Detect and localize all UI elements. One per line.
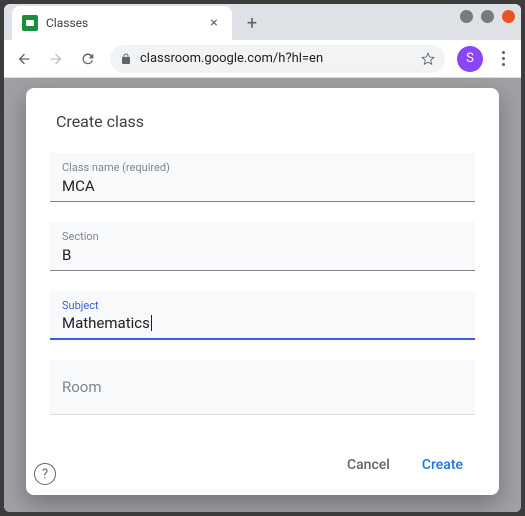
- dot-icon: [502, 57, 505, 60]
- room-field[interactable]: Room: [50, 360, 475, 415]
- dialog-actions: Cancel Create: [50, 449, 475, 481]
- close-tab-icon[interactable]: ×: [206, 15, 222, 31]
- forward-button[interactable]: [42, 45, 70, 73]
- browser-window: Classes × + classroom.google.com/h?hl=en…: [4, 4, 521, 512]
- bookmark-star-icon[interactable]: [421, 52, 435, 66]
- class-name-label: Class name (required): [62, 161, 463, 174]
- tab-title: Classes: [46, 16, 198, 30]
- browser-tab[interactable]: Classes ×: [12, 6, 232, 40]
- section-field[interactable]: Section: [50, 222, 475, 271]
- section-input[interactable]: [62, 246, 463, 264]
- tab-strip: Classes × +: [4, 4, 521, 40]
- window-maximize-button[interactable]: [481, 10, 494, 23]
- back-button[interactable]: [10, 45, 38, 73]
- arrow-left-icon: [16, 51, 32, 67]
- reload-icon: [80, 51, 96, 67]
- dot-icon: [502, 51, 505, 54]
- classroom-favicon: [22, 15, 38, 31]
- profile-avatar[interactable]: S: [457, 46, 483, 72]
- new-tab-button[interactable]: +: [238, 9, 266, 37]
- subject-input[interactable]: Mathematics: [62, 314, 150, 332]
- subject-field[interactable]: Subject Mathematics: [50, 291, 475, 340]
- url-text: classroom.google.com/h?hl=en: [140, 51, 413, 66]
- arrow-right-icon: [48, 51, 64, 67]
- profile-initial: S: [466, 51, 474, 66]
- window-close-button[interactable]: [502, 10, 515, 23]
- window-controls: [460, 10, 515, 23]
- browser-toolbar: classroom.google.com/h?hl=en S: [4, 40, 521, 78]
- help-button[interactable]: ?: [34, 463, 56, 485]
- reload-button[interactable]: [74, 45, 102, 73]
- class-name-field[interactable]: Class name (required): [50, 153, 475, 202]
- dialog-title: Create class: [50, 112, 475, 131]
- room-placeholder: Room: [62, 378, 463, 396]
- class-name-input[interactable]: [62, 177, 463, 195]
- create-class-dialog: Create class Class name (required) Secti…: [26, 88, 499, 495]
- text-cursor: [151, 315, 152, 331]
- window-minimize-button[interactable]: [460, 10, 473, 23]
- question-mark-icon: ?: [42, 467, 48, 482]
- section-label: Section: [62, 230, 463, 243]
- cancel-button[interactable]: Cancel: [335, 449, 402, 481]
- browser-menu-button[interactable]: [491, 51, 515, 66]
- dot-icon: [502, 63, 505, 66]
- page-content: Create class Class name (required) Secti…: [4, 78, 521, 512]
- create-button[interactable]: Create: [410, 449, 475, 481]
- subject-label: Subject: [62, 299, 463, 312]
- lock-icon: [120, 53, 132, 65]
- address-bar[interactable]: classroom.google.com/h?hl=en: [110, 45, 445, 73]
